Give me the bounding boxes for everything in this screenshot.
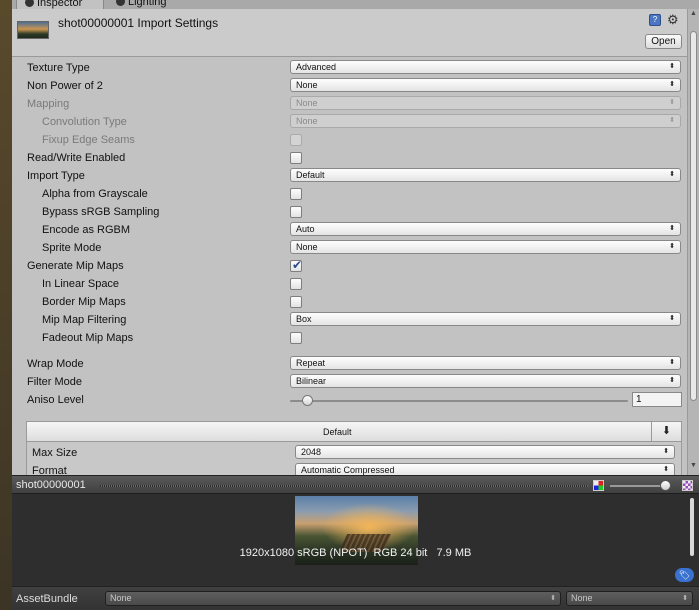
- tab-default-platform[interactable]: Default: [323, 427, 352, 437]
- info-icon: [25, 0, 34, 7]
- dropdown-arrow-icon: ⬍: [669, 243, 675, 250]
- preview-title: shot00000001: [16, 479, 86, 491]
- max-size-dropdown[interactable]: 2048 ⬍: [295, 445, 675, 459]
- generate-mip-maps-row: Generate Mip Maps: [12, 257, 687, 275]
- inspector-scrollbar[interactable]: ▲ ▼: [687, 9, 699, 475]
- encode-as-rgbm-row: Encode as RGBM Auto ⬍: [12, 221, 687, 239]
- tab-lighting[interactable]: Lighting: [108, 0, 188, 9]
- tab-inspector[interactable]: Inspector: [16, 0, 104, 9]
- bypass-srgb-row: Bypass sRGB Sampling: [12, 203, 687, 221]
- dropdown-arrow-icon: ⬍: [669, 63, 675, 70]
- filter-mode-row: Filter Mode Bilinear ⬍: [12, 373, 687, 391]
- non-power-of-2-dropdown[interactable]: None ⬍: [290, 78, 681, 92]
- bypass-srgb-checkbox[interactable]: [290, 206, 302, 218]
- rgb-channel-icon[interactable]: [593, 480, 604, 491]
- texture-type-dropdown[interactable]: Advanced ⬍: [290, 60, 681, 74]
- dropdown-arrow-icon: ⬍: [663, 466, 669, 473]
- scroll-up-icon[interactable]: ▲: [690, 10, 697, 17]
- alpha-from-grayscale-checkbox[interactable]: [290, 188, 302, 200]
- import-settings-header: shot00000001 Import Settings ? ⚙ Open: [12, 9, 687, 57]
- aniso-level-row: Aniso Level 1: [12, 391, 687, 409]
- alpha-checker-icon[interactable]: [682, 480, 693, 491]
- border-mip-maps-checkbox[interactable]: [290, 296, 302, 308]
- dropdown-arrow-icon: ⬍: [669, 117, 675, 124]
- aniso-level-slider-handle[interactable]: [301, 395, 313, 406]
- read-write-enabled-checkbox[interactable]: [290, 152, 302, 164]
- fadeout-mip-maps-row: Fadeout Mip Maps: [12, 329, 687, 347]
- label-tag-icon[interactable]: 🏷: [675, 568, 694, 582]
- dropdown-arrow-icon: ⬍: [550, 595, 556, 602]
- encode-as-rgbm-dropdown[interactable]: Auto ⬍: [290, 222, 681, 236]
- non-power-of-2-row: Non Power of 2 None ⬍: [12, 77, 687, 95]
- scrollbar-thumb[interactable]: [690, 31, 697, 401]
- format-row: Format Automatic Compressed ⬍: [27, 462, 687, 475]
- mip-map-filtering-dropdown[interactable]: Box ⬍: [290, 312, 681, 326]
- dropdown-arrow-icon: ⬍: [669, 81, 675, 88]
- convolution-type-row: Convolution Type None ⬍: [12, 113, 687, 131]
- aniso-level-slider[interactable]: [290, 400, 628, 402]
- dropdown-arrow-icon: ⬍: [669, 315, 675, 322]
- preview-scrollbar[interactable]: [690, 498, 694, 556]
- tab-strip: Inspector Lighting: [12, 0, 699, 9]
- import-type-row: Import Type Default ⬍: [12, 167, 687, 185]
- sprite-mode-row: Sprite Mode None ⬍: [12, 239, 687, 257]
- lighting-icon: [116, 0, 125, 6]
- assetbundle-bar: AssetBundle None ⬍ None ⬍: [12, 586, 699, 610]
- help-icon[interactable]: ?: [649, 14, 661, 26]
- preview-header: shot00000001: [12, 475, 699, 494]
- dropdown-arrow-icon: ⬍: [669, 99, 675, 106]
- texture-info-text: 1920x1080 sRGB (NPOT) RGB 24 bit 7.9 MB: [239, 547, 472, 559]
- generate-mip-maps-checkbox[interactable]: [290, 258, 302, 272]
- border-mip-maps-row: Border Mip Maps: [12, 293, 687, 311]
- aniso-level-field[interactable]: 1: [632, 392, 682, 407]
- max-size-row: Max Size 2048 ⬍: [27, 444, 687, 462]
- inspector-panel: shot00000001 Import Settings ? ⚙ Open Te…: [12, 9, 687, 475]
- platform-settings: Default ⬇ Max Size 2048 ⬍ Format Automati…: [26, 421, 682, 475]
- wrap-mode-row: Wrap Mode Repeat ⬍: [12, 355, 687, 373]
- texture-thumbnail: [17, 21, 49, 39]
- scroll-down-icon[interactable]: ▼: [690, 462, 697, 469]
- fixup-edge-seams-row: Fixup Edge Seams: [12, 131, 687, 149]
- preview-area: 1920x1080 sRGB (NPOT) RGB 24 bit 7.9 MB …: [12, 494, 699, 586]
- download-icon[interactable]: ⬇: [651, 422, 681, 441]
- mip-map-filtering-row: Mip Map Filtering Box ⬍: [12, 311, 687, 329]
- assetbundle-variant-dropdown[interactable]: None ⬍: [566, 591, 693, 606]
- dropdown-arrow-icon: ⬍: [669, 225, 675, 232]
- gear-icon[interactable]: ⚙: [667, 12, 679, 28]
- in-linear-space-checkbox[interactable]: [290, 278, 302, 290]
- preview-zoom-slider-handle[interactable]: [660, 480, 672, 491]
- platform-tab-bar: Default ⬇: [27, 422, 681, 442]
- open-button[interactable]: Open: [645, 34, 682, 49]
- fixup-edge-seams-checkbox: [290, 134, 302, 146]
- convolution-type-dropdown: None ⬍: [290, 114, 681, 128]
- preview-drag-bar[interactable]: [100, 485, 588, 487]
- dropdown-arrow-icon: ⬍: [663, 448, 669, 455]
- import-type-dropdown[interactable]: Default ⬍: [290, 168, 681, 182]
- assetbundle-name-dropdown[interactable]: None ⬍: [105, 591, 561, 606]
- in-linear-space-row: In Linear Space: [12, 275, 687, 293]
- texture-type-row: Texture Type Advanced ⬍: [12, 59, 687, 77]
- read-write-enabled-row: Read/Write Enabled: [12, 149, 687, 167]
- alpha-from-grayscale-row: Alpha from Grayscale: [12, 185, 687, 203]
- wrap-mode-dropdown[interactable]: Repeat ⬍: [290, 356, 681, 370]
- format-dropdown[interactable]: Automatic Compressed ⬍: [295, 463, 675, 475]
- page-title: shot00000001 Import Settings: [58, 16, 219, 30]
- dropdown-arrow-icon: ⬍: [669, 359, 675, 366]
- mapping-dropdown: None ⬍: [290, 96, 681, 110]
- scene-view-edge: [0, 0, 12, 610]
- dropdown-arrow-icon: ⬍: [682, 595, 688, 602]
- mapping-row: Mapping None ⬍: [12, 95, 687, 113]
- sprite-mode-dropdown[interactable]: None ⬍: [290, 240, 681, 254]
- assetbundle-label: AssetBundle: [16, 593, 78, 605]
- fadeout-mip-maps-checkbox[interactable]: [290, 332, 302, 344]
- dropdown-arrow-icon: ⬍: [669, 171, 675, 178]
- filter-mode-dropdown[interactable]: Bilinear ⬍: [290, 374, 681, 388]
- dropdown-arrow-icon: ⬍: [669, 377, 675, 384]
